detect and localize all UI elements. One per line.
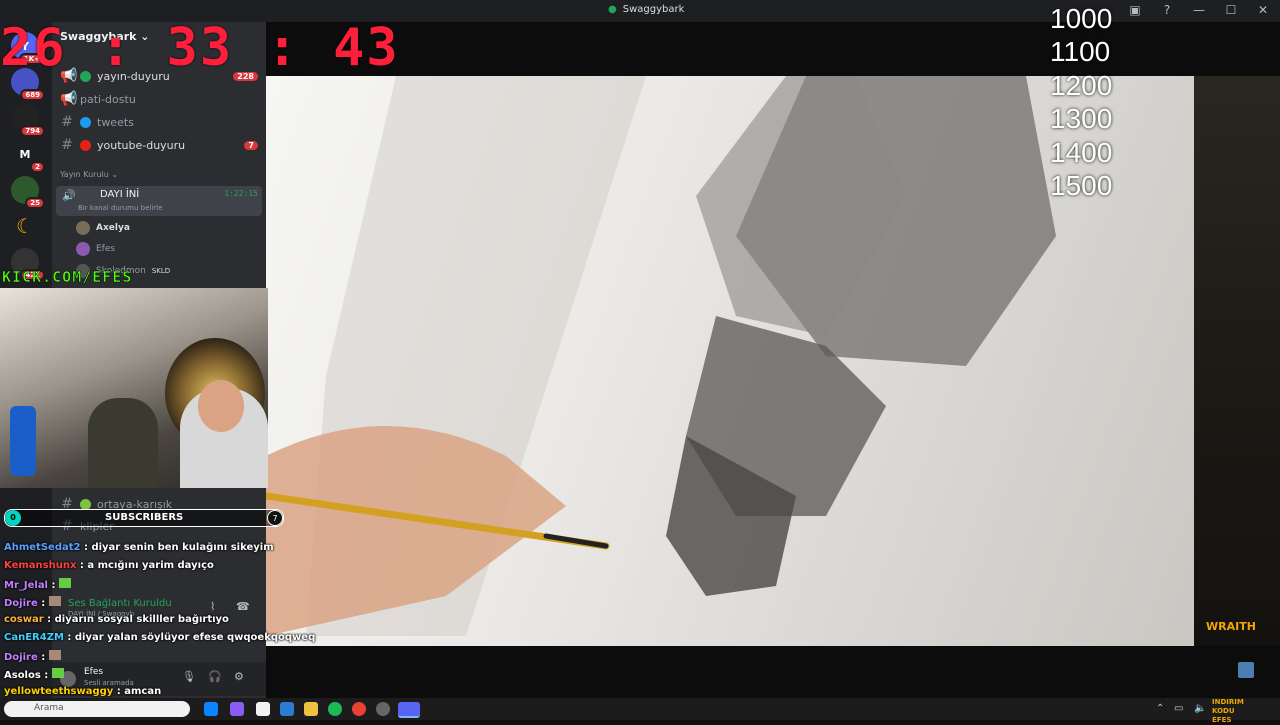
- person-left: [88, 398, 158, 488]
- obs-icon[interactable]: [376, 702, 390, 716]
- subs-goal: 7: [267, 510, 283, 526]
- wraith-logo: WRAITH: [1206, 620, 1256, 633]
- chat-message: coswar : diyarın sosyal skilller bağırtı…: [4, 614, 229, 625]
- minimize-icon[interactable]: —: [1192, 3, 1206, 17]
- subscriber-goal-bar: 0 SUBSCRIBERS 7: [4, 509, 284, 527]
- store-icon[interactable]: [256, 702, 270, 716]
- taskbar-search[interactable]: Arama: [4, 701, 190, 717]
- subs-label: SUBSCRIBERS: [105, 512, 184, 523]
- chat-overlay: AhmetSedat2 : diyar senin ben kulağını s…: [0, 538, 315, 698]
- channel-tweets[interactable]: # tweets: [60, 112, 260, 132]
- file-explorer-icon[interactable]: [304, 702, 318, 716]
- chat-message: Kemanshunx : a mcığını yarim dayıço: [4, 560, 214, 571]
- avatar: [76, 242, 90, 256]
- kick-url-overlay: KICK.COM/EFES: [2, 268, 133, 287]
- inbox-icon[interactable]: ▣: [1128, 3, 1142, 17]
- windows-taskbar: Arama ⌃ ▭ 🔈 INDIRIM KODU EFES: [0, 698, 1280, 724]
- status-dot: [80, 139, 91, 151]
- volume-icon[interactable]: 🔈: [1194, 703, 1206, 714]
- server-icon-5[interactable]: 25: [11, 176, 45, 209]
- subs-current: 0: [5, 510, 21, 526]
- network-icon[interactable]: ▭: [1174, 703, 1183, 714]
- status-dot: [80, 116, 91, 128]
- hash-icon: #: [61, 137, 73, 153]
- channel-pati-dostu[interactable]: 📢 pati-dostu: [60, 89, 260, 109]
- overlay-logo-icon: [1238, 662, 1254, 678]
- gmail-server-icon[interactable]: M2: [11, 140, 45, 173]
- emote-icon: [58, 578, 71, 588]
- announcement-icon: 📢: [60, 91, 78, 107]
- stream-video: WRAITH: [266, 22, 1280, 698]
- close-icon[interactable]: ✕: [1256, 3, 1270, 17]
- spotify-icon[interactable]: [328, 702, 342, 716]
- chrome-icon[interactable]: [352, 702, 366, 716]
- chat-message: AhmetSedat2 : diyar senin ben kulağını s…: [4, 542, 274, 553]
- person-face: [198, 380, 244, 432]
- status-dot: [80, 498, 91, 510]
- speaker-icon: 🔊: [62, 189, 76, 202]
- stream-timer: 26 : 33 : 43: [0, 18, 400, 78]
- chat-message: Mr_Jelal :: [4, 578, 71, 591]
- window-title: ● Swaggybark: [608, 4, 685, 15]
- microphone: [10, 406, 36, 476]
- voice-user[interactable]: Axelya: [76, 221, 130, 235]
- hash-icon: #: [61, 114, 73, 130]
- voice-category[interactable]: Yayın Kurulu ⌄: [60, 170, 118, 179]
- discount-code-overlay: INDIRIM KODU EFES: [1212, 698, 1244, 724]
- channel-youtube-duyuru[interactable]: # youtube-duyuru 7: [60, 135, 260, 155]
- voice-channel-dayi-ini[interactable]: 🔊 DAYI İNİ 1:22:15 Bir kanal durumu beli…: [56, 186, 262, 216]
- edge-icon[interactable]: [204, 702, 218, 716]
- chat-message: CanER4ZM : diyar yalan söylüyor efese qw…: [4, 632, 316, 643]
- mail-icon[interactable]: [280, 702, 294, 716]
- avatar: [76, 221, 90, 235]
- discord-taskbar-icon[interactable]: [398, 702, 420, 718]
- emote-icon: [48, 596, 61, 606]
- webcam-feed: [0, 288, 268, 488]
- moon-server-icon[interactable]: ☾: [11, 212, 39, 240]
- voice-user[interactable]: Efes: [76, 242, 115, 256]
- chat-message: Dojire :: [4, 650, 61, 663]
- maximize-icon[interactable]: ☐: [1224, 3, 1238, 17]
- app-icon[interactable]: [230, 702, 244, 716]
- emote-icon: [48, 650, 61, 660]
- server-icon-3[interactable]: 794: [11, 104, 45, 137]
- goal-counter: 1000 1100 1200 1300 1400 1500: [1050, 3, 1113, 202]
- help-icon[interactable]: ?: [1160, 3, 1174, 17]
- chat-message: yellowteethswaggy : amcan: [4, 686, 162, 697]
- chat-message: Asolos :: [4, 668, 64, 681]
- emote-icon: [51, 668, 64, 678]
- tray-chevron-icon[interactable]: ⌃: [1156, 703, 1164, 714]
- chat-message: Dojire :: [4, 596, 61, 609]
- discord-icon: ●: [608, 4, 617, 15]
